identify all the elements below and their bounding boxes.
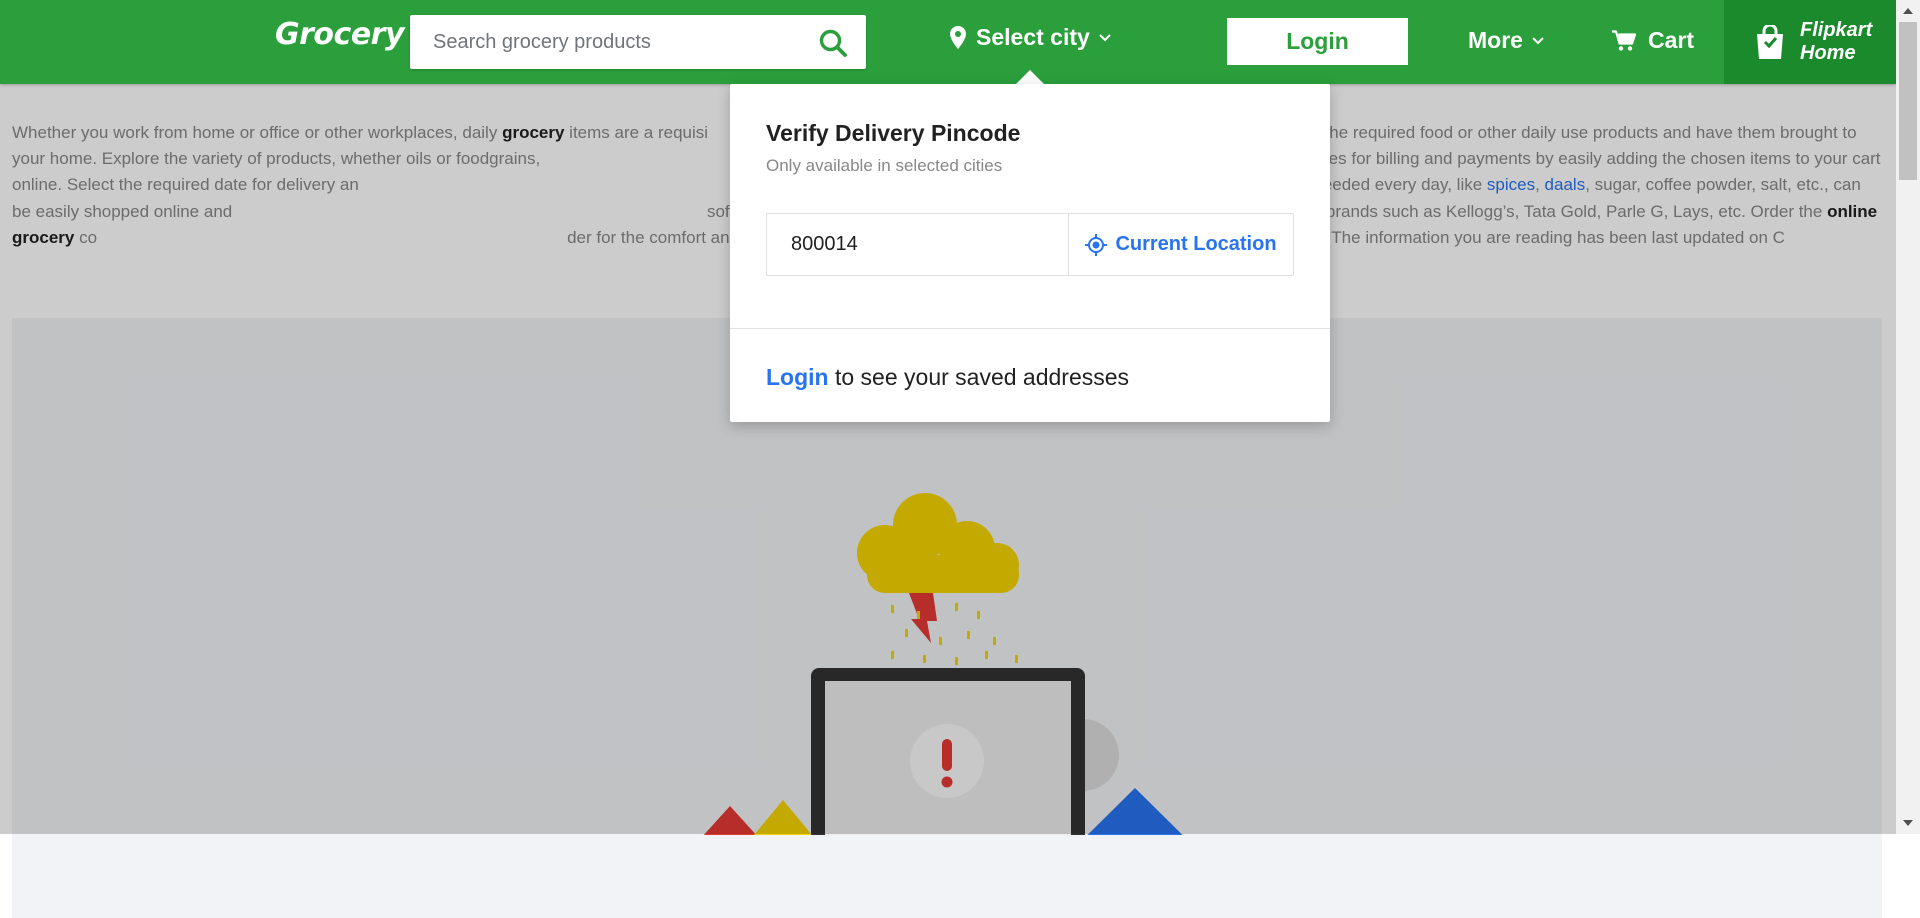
chevron-down-icon (1532, 37, 1544, 45)
current-location-label: Current Location (1115, 233, 1277, 255)
select-city-label: Select city (976, 24, 1090, 50)
popup-footer: Login to see your saved addresses (766, 364, 1129, 391)
pincode-form: Current Location (766, 213, 1294, 276)
flipkart-bag-icon (1757, 25, 1783, 59)
grocery-logo[interactable]: Grocery (275, 17, 405, 52)
flipkart-home-text: Flipkart Home (1800, 19, 1872, 65)
search-input[interactable] (410, 15, 813, 69)
flipkart-home-line1: Flipkart (1800, 19, 1873, 41)
popup-divider (730, 328, 1330, 329)
scrollbar-thumb[interactable] (1899, 22, 1917, 180)
flipkart-home-line2: Home (1800, 42, 1856, 64)
popup-footer-text: to see your saved addresses (828, 364, 1130, 390)
search-icon (819, 29, 847, 57)
scroll-down-icon (1903, 820, 1913, 826)
cart-icon (1612, 29, 1636, 51)
cart-label: Cart (1648, 27, 1695, 53)
page-scrollbar[interactable] (1896, 0, 1920, 834)
popup-login-link[interactable]: Login (766, 364, 829, 390)
current-location-button[interactable]: Current Location (1069, 214, 1293, 275)
scroll-up-button[interactable] (1896, 0, 1920, 20)
select-city-dropdown[interactable]: Select city (950, 24, 1112, 51)
popup-caret (1016, 70, 1044, 84)
login-button[interactable]: Login (1227, 18, 1408, 65)
popup-subtitle: Only available in selected cities (766, 156, 1003, 175)
more-label: More (1468, 27, 1523, 53)
search-button[interactable] (818, 28, 848, 58)
popup-title: Verify Delivery Pincode (766, 120, 1021, 146)
more-menu[interactable]: More (1468, 27, 1545, 54)
location-pin-icon (950, 26, 966, 49)
cart-link[interactable]: Cart (1612, 27, 1694, 54)
search-bar (410, 15, 866, 69)
chevron-down-icon (1099, 34, 1111, 42)
verify-pincode-popup: Verify Delivery Pincode Only available i… (730, 84, 1330, 422)
pincode-input[interactable] (767, 214, 1091, 275)
flipkart-home-link[interactable]: Flipkart Home (1724, 0, 1896, 84)
scroll-up-icon (1903, 8, 1913, 14)
gps-target-icon (1085, 233, 1108, 256)
top-header: Grocery Select city Login More (0, 0, 1896, 84)
scroll-down-button[interactable] (1896, 814, 1920, 834)
